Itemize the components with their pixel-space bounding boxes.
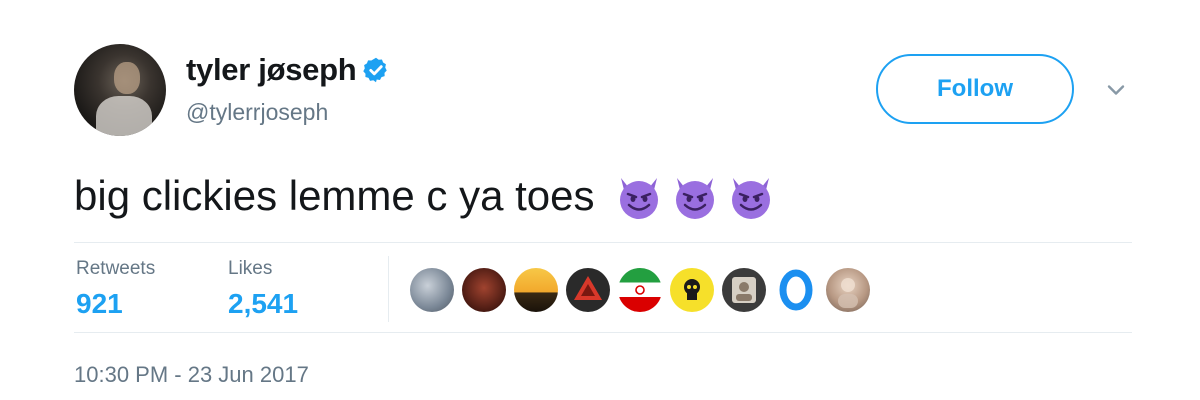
verified-badge-icon bbox=[363, 57, 388, 83]
blue-ring-icon bbox=[779, 269, 813, 311]
avatar-figure-body bbox=[96, 96, 152, 136]
retweets-count: 921 bbox=[76, 288, 123, 319]
likes-count: 2,541 bbox=[228, 288, 299, 319]
flag-emblem-icon bbox=[635, 285, 645, 295]
person-icon bbox=[838, 278, 858, 308]
tweet-timestamp[interactable]: 10:30 PM - 23 Jun 2017 bbox=[74, 362, 309, 388]
liker-avatar-yellow-skull-icon[interactable] bbox=[670, 268, 714, 312]
liker-avatar-iran-flag-icon[interactable] bbox=[618, 268, 662, 312]
smiling-devil-emoji-icon bbox=[675, 178, 714, 219]
retweets-stat[interactable]: Retweets 921 bbox=[76, 258, 155, 320]
smiling-devil-emoji-icon bbox=[619, 178, 658, 219]
tweet-text: big clickies lemme c ya toes bbox=[74, 170, 777, 222]
retweets-label: Retweets bbox=[76, 258, 156, 279]
liker-avatar-red-triangle-icon[interactable] bbox=[566, 268, 610, 312]
liker-avatar-person-icon[interactable] bbox=[826, 268, 870, 312]
follow-button[interactable]: Follow bbox=[876, 54, 1074, 124]
avatar-figure-face bbox=[114, 62, 140, 94]
likes-stat[interactable]: Likes 2,541 bbox=[228, 258, 298, 320]
chevron-down-icon[interactable] bbox=[1104, 78, 1128, 102]
divider-bottom bbox=[74, 332, 1132, 333]
emoji-group bbox=[613, 170, 777, 222]
tweet-body-text: big clickies lemme c ya toes bbox=[74, 172, 595, 219]
skull-icon bbox=[684, 279, 700, 300]
liker-avatar-darkred-icon[interactable] bbox=[462, 268, 506, 312]
liker-avatar-sunset-icon[interactable] bbox=[514, 268, 558, 312]
profile-avatar[interactable] bbox=[74, 44, 166, 136]
red-triangle-icon bbox=[574, 276, 602, 300]
liker-avatar-bluegray-icon[interactable] bbox=[410, 268, 454, 312]
display-name[interactable]: tyler jøseph bbox=[186, 52, 390, 88]
user-handle[interactable]: @tylerrjoseph bbox=[186, 99, 328, 126]
liker-avatar-dark-frame-icon[interactable] bbox=[722, 268, 766, 312]
smiling-devil-emoji-icon bbox=[731, 178, 770, 219]
likers-avatars bbox=[410, 268, 870, 312]
stats-separator bbox=[388, 256, 389, 322]
likes-label: Likes bbox=[228, 258, 273, 279]
portrait-icon bbox=[732, 277, 756, 303]
display-name-text: tyler jøseph bbox=[186, 52, 357, 87]
tweet-card: tyler jøseph @tylerrjoseph Follow big cl… bbox=[0, 0, 1200, 400]
divider-top bbox=[74, 242, 1132, 243]
liker-avatar-blue-ring-icon[interactable] bbox=[774, 268, 818, 312]
